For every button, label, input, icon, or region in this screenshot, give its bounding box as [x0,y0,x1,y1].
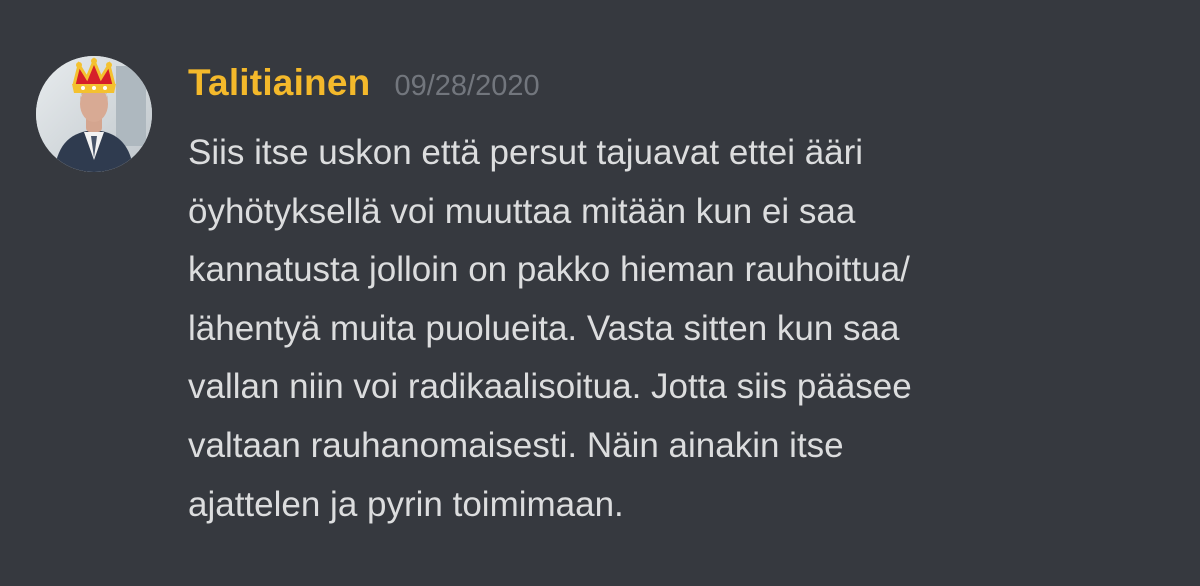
crown-profile-avatar-icon [36,56,152,172]
message-line: valtaan rauhanomaisesti. Näin ainakin it… [188,425,844,465]
message-header: Talitiainen 09/28/2020 [188,62,540,118]
message-line: vallan niin voi radikaalisoitua. Jotta s… [188,367,912,407]
message-line: öyhötyksellä voi muuttaa mitään kun ei s… [188,191,856,231]
message-line: Siis itse uskon että persut tajuavat ett… [188,133,864,172]
username[interactable]: Talitiainen [188,62,370,104]
user-avatar[interactable] [36,56,152,172]
message-line: ajattelen ja pyrin toimimaan. [188,484,624,524]
message-timestamp[interactable]: 09/28/2020 [394,70,539,103]
chat-message: Talitiainen 09/28/2020 Siis itse uskon e… [0,0,1200,586]
message-content: Siis itse uskon että persut tajuavat ett… [188,124,1148,534]
message-line: kannatusta jolloin on pakko hieman rauho… [188,250,910,290]
message-line: lähentyä muita puolueita. Vasta sitten k… [188,308,900,348]
